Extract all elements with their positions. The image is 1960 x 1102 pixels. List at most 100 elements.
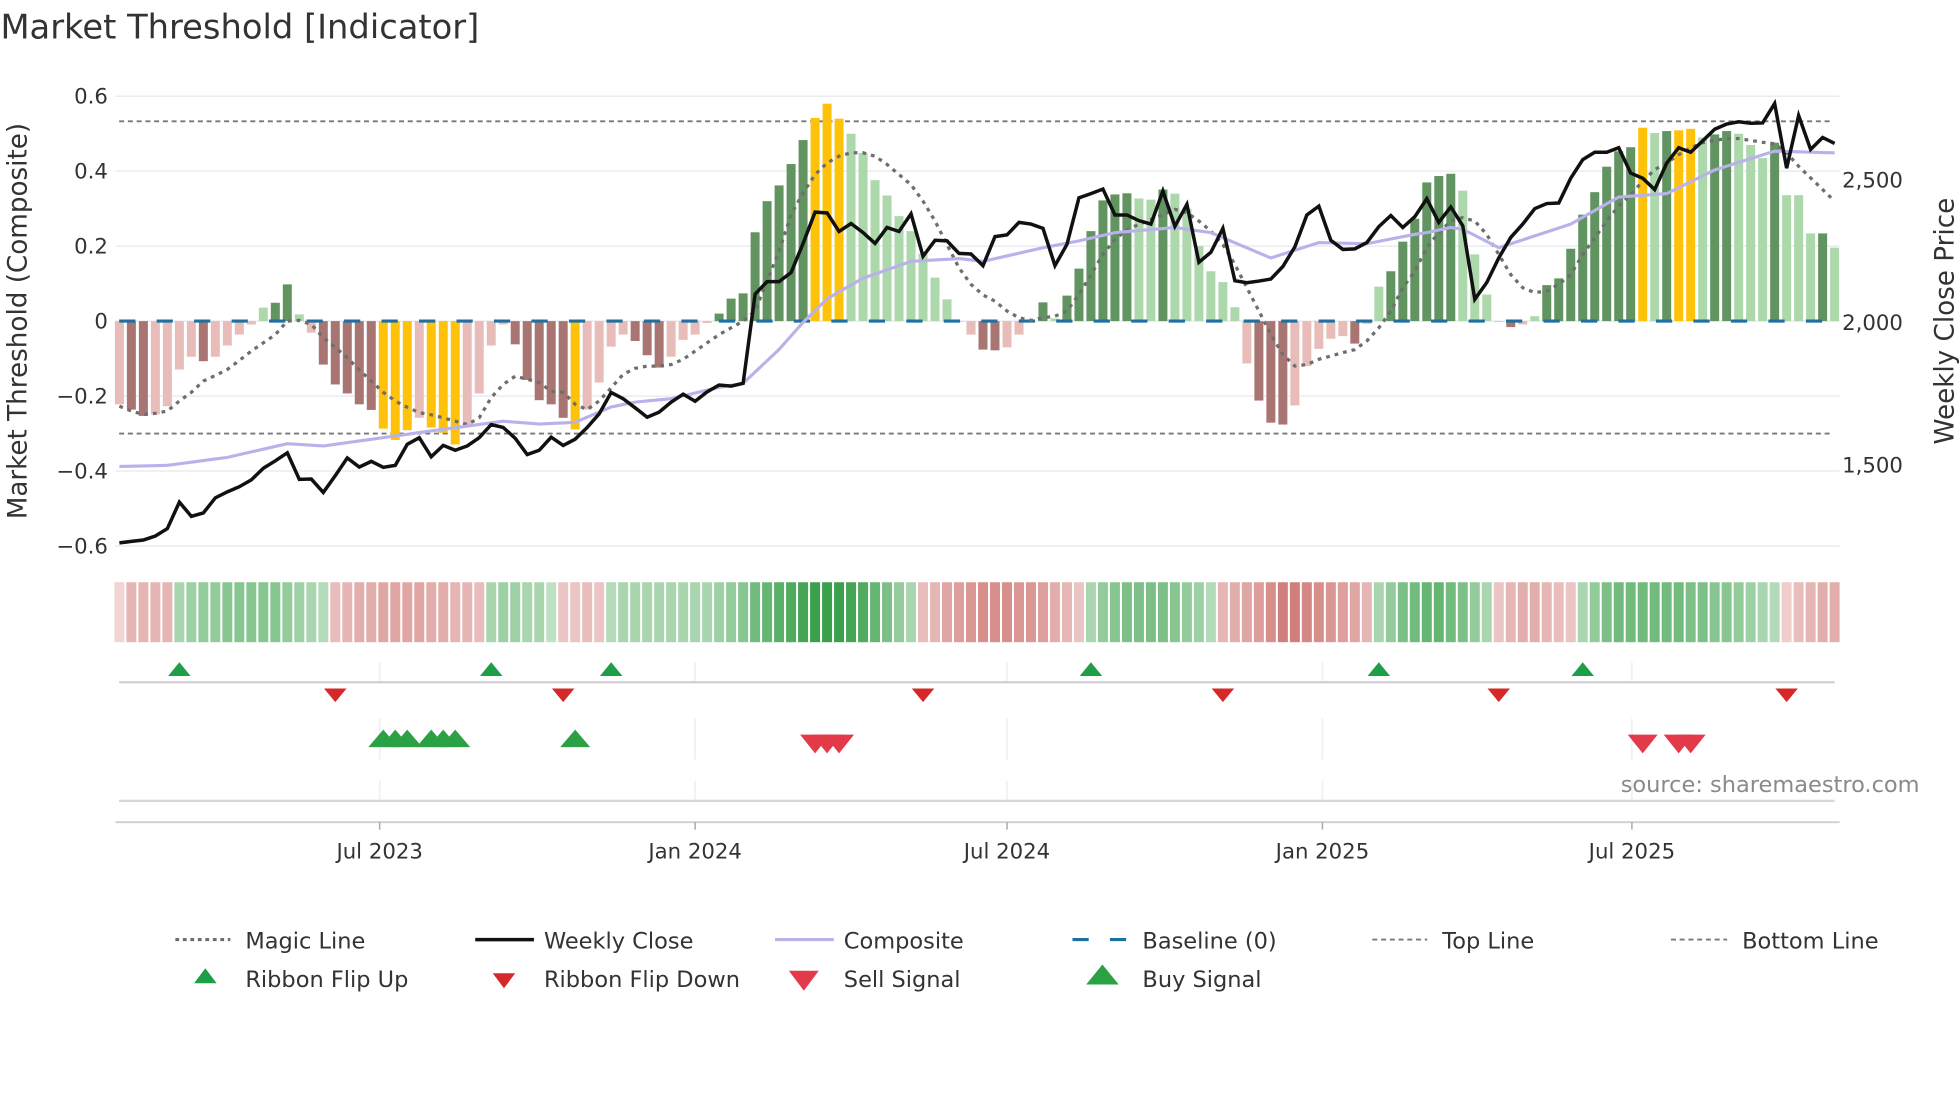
- ribbon-cell: [1757, 582, 1768, 643]
- ribbon-cell: [1481, 582, 1492, 643]
- ribbon-cell: [330, 582, 341, 643]
- composite-bar: [1230, 307, 1240, 322]
- legend: Magic Line Weekly Close Composite Baseli…: [175, 928, 1879, 993]
- ribbon-cell: [126, 582, 137, 643]
- legend-label: Top Line: [1441, 928, 1534, 954]
- legend-label: Ribbon Flip Up: [245, 967, 408, 993]
- composite-bar: [1122, 193, 1132, 322]
- ribbon-cell: [318, 582, 329, 643]
- composite-bar: [1014, 321, 1024, 335]
- ribbon-cell: [138, 582, 149, 643]
- composite-bar: [1206, 271, 1216, 322]
- composite-bar: [666, 321, 676, 357]
- ribbon-cell: [1457, 582, 1468, 643]
- ribbon-cell: [594, 582, 605, 643]
- composite-bar: [1782, 195, 1792, 322]
- right-tick-label: 2,000: [1842, 311, 1903, 336]
- ribbon-cell: [1709, 582, 1720, 643]
- ribbon-cell: [1565, 582, 1576, 643]
- ribbon-cell: [882, 582, 893, 643]
- ribbon-cell: [858, 582, 869, 643]
- ribbon-flip-up-marker: [1079, 662, 1103, 676]
- ribbon-cell: [522, 582, 533, 643]
- ribbon-cell: [1109, 582, 1120, 643]
- ribbon-cell: [1589, 582, 1600, 643]
- ribbon-cell: [426, 582, 437, 643]
- composite-bar: [1818, 233, 1828, 322]
- ribbon-cell: [534, 582, 545, 643]
- composite-bar: [258, 307, 268, 322]
- weekly-close-line: [119, 98, 1836, 545]
- ribbon-cell: [1805, 582, 1816, 643]
- ribbon-cell: [1517, 582, 1528, 643]
- ribbon-cell: [1313, 582, 1324, 643]
- composite-bar: [414, 321, 424, 418]
- ribbon-cell: [1037, 582, 1048, 643]
- composite-bar: [1806, 233, 1816, 322]
- ribbon-cell: [1205, 582, 1216, 643]
- legend-item-sell-signal: Sell Signal: [788, 967, 961, 993]
- composite-bar: [1758, 158, 1768, 322]
- ribbon-cell: [1301, 582, 1312, 643]
- ribbon-flip-up-marker: [1367, 662, 1391, 676]
- left-axis-label: Market Threshold (Composite): [4, 123, 34, 519]
- composite-bar: [642, 321, 652, 356]
- left-tick-label: −0.2: [56, 385, 108, 410]
- ribbon-cell: [1433, 582, 1444, 643]
- composite-bar: [1134, 198, 1144, 322]
- ribbon-cell: [834, 582, 845, 643]
- legend-label: Composite: [844, 928, 964, 954]
- composite-line: [119, 149, 1835, 469]
- composite-bar: [1614, 151, 1624, 322]
- composite-bar: [1686, 128, 1696, 322]
- legend-item-top-line: Top Line: [1372, 928, 1534, 954]
- composite-bar: [1242, 321, 1252, 364]
- ribbon-cell: [1409, 582, 1420, 643]
- chart-title: Market Threshold [Indicator]: [0, 8, 479, 47]
- ribbon-cell: [570, 582, 581, 643]
- ribbon-cell: [210, 582, 221, 643]
- axis-ticks: 0.6 0.4 0.2 0 −0.2 −0.4 −0.6 2,500 2,000 1,500 Jul…: [56, 85, 1903, 865]
- composite-bar: [1278, 321, 1288, 425]
- ribbon-cell: [822, 582, 833, 643]
- ribbon-cell: [462, 582, 473, 643]
- ribbon-cell: [906, 582, 917, 643]
- composite-bar: [774, 185, 784, 322]
- ribbon-cell: [1145, 582, 1156, 643]
- composite-bar: [690, 321, 700, 335]
- composite-bar: [1218, 282, 1228, 322]
- ribbon-cell: [918, 582, 929, 643]
- legend-item-bottom-line: Bottom Line: [1670, 928, 1879, 954]
- ribbon-cell: [1361, 582, 1372, 643]
- ribbon-cell: [1265, 582, 1276, 643]
- left-tick-label: 0.4: [74, 160, 108, 185]
- ribbon-cell: [1073, 582, 1084, 643]
- ribbon-cell: [798, 582, 809, 643]
- triangle-up-icon: [194, 968, 217, 984]
- legend-item-composite: Composite: [775, 928, 964, 954]
- legend-label: Buy Signal: [1142, 967, 1261, 993]
- ribbon-cell: [1385, 582, 1396, 643]
- composite-bar: [702, 321, 712, 323]
- ribbon-cell: [582, 582, 593, 643]
- composite-bar: [474, 321, 484, 394]
- composite-bar: [1650, 132, 1660, 322]
- ribbon-cell: [630, 582, 641, 643]
- left-tick-label: −0.6: [56, 534, 108, 559]
- composite-bar: [234, 321, 244, 335]
- composite-bar: [1446, 173, 1456, 322]
- composite-bar: [978, 321, 988, 350]
- legend-label: Ribbon Flip Down: [544, 967, 740, 993]
- ribbon-cell: [306, 582, 317, 643]
- composite-bar: [1578, 214, 1588, 322]
- composite-bar: [1746, 144, 1756, 322]
- legend-item-baseline: Baseline (0): [1072, 928, 1277, 954]
- magic-line: [118, 136, 1836, 427]
- composite-bar: [1266, 321, 1276, 423]
- ribbon-cell: [1421, 582, 1432, 643]
- ribbon-cell: [966, 582, 977, 643]
- ribbon-cell: [1337, 582, 1348, 643]
- ribbon-cell: [1613, 582, 1624, 643]
- ribbon-cell: [1649, 582, 1660, 643]
- composite-bar: [1494, 321, 1504, 322]
